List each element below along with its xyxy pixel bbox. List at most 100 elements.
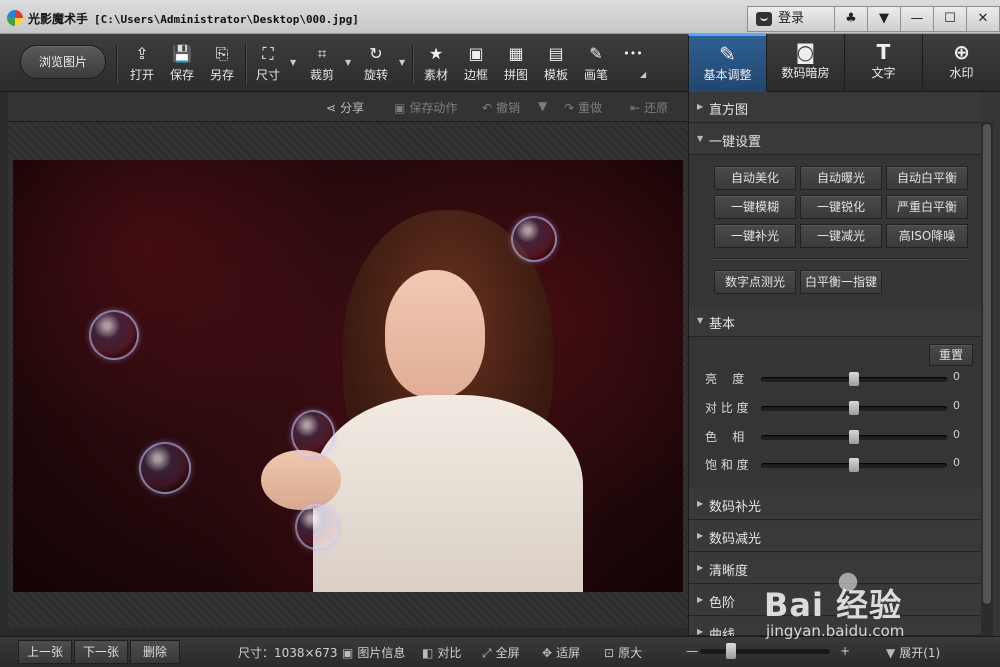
slider-knob[interactable] bbox=[849, 458, 859, 472]
one-click-fill-light-button[interactable]: 一键补光 bbox=[714, 224, 796, 248]
auto-enhance-button[interactable]: 自动美化 bbox=[714, 166, 796, 190]
save-action-button[interactable]: ▣ 保存动作 bbox=[394, 99, 457, 116]
section-histogram[interactable]: ▶ 直方图 bbox=[689, 92, 981, 123]
original-size-button[interactable]: ⊡ 原大 bbox=[604, 644, 642, 661]
adjust-panel: ▶ 直方图 ▼ 一键设置 自动美化 自动曝光 自动白平衡 一键模糊 一键锐化 严重白… bbox=[688, 92, 1000, 643]
resize-dropdown-icon[interactable]: ▼ bbox=[290, 58, 298, 67]
more-icon: ••• bbox=[623, 47, 643, 60]
template-button[interactable]: ▤ 模板 bbox=[537, 44, 575, 86]
restore-button[interactable]: ⇤ 还原 bbox=[630, 99, 668, 116]
app-logo-icon bbox=[7, 10, 23, 26]
dropdown-icon[interactable]: ▼ bbox=[868, 6, 901, 32]
image-canvas[interactable] bbox=[8, 122, 688, 628]
photo[interactable] bbox=[13, 160, 683, 592]
slider-knob[interactable] bbox=[849, 372, 859, 386]
photo-subject-hands bbox=[261, 450, 341, 510]
contrast-slider[interactable]: 对 比 度 0 bbox=[705, 399, 965, 417]
maximize-icon[interactable]: ☐ bbox=[934, 6, 967, 32]
material-icon: ★ bbox=[428, 44, 444, 63]
auto-white-balance-button[interactable]: 自动白平衡 bbox=[886, 166, 968, 190]
share-button[interactable]: ⋖ 分享 bbox=[326, 99, 364, 116]
edit-icon: ✎ bbox=[719, 42, 736, 66]
hue-slider[interactable]: 色 相 0 bbox=[705, 428, 965, 446]
pin-icon[interactable]: ♣ bbox=[835, 6, 868, 32]
auto-exposure-button[interactable]: 自动曝光 bbox=[800, 166, 882, 190]
one-click-reduce-light-button[interactable]: 一键减光 bbox=[800, 224, 882, 248]
severe-white-balance-button[interactable]: 严重白平衡 bbox=[886, 195, 968, 219]
one-click-sharpen-button[interactable]: 一键锐化 bbox=[800, 195, 882, 219]
white-balance-pick-button[interactable]: 白平衡一指键 bbox=[800, 270, 882, 294]
file-path: [C:\Users\Administrator\Desktop\000.jpg] bbox=[94, 13, 359, 26]
rotate-button[interactable]: ↻ 旋转 bbox=[357, 44, 395, 86]
toolbar-expand-icon[interactable]: ◢ bbox=[640, 70, 646, 79]
save-icon: 💾 bbox=[172, 44, 192, 63]
tab-basic-adjust[interactable]: ✎ 基本调整 bbox=[688, 34, 766, 92]
slider-track[interactable] bbox=[761, 372, 947, 386]
previous-image-button[interactable]: 上一张 bbox=[18, 640, 72, 664]
zoom-out-button[interactable]: — bbox=[686, 644, 698, 658]
undo-dropdown-icon[interactable]: ▼ bbox=[538, 99, 547, 113]
window-controls: 登录 ♣ ▼ — ☐ ✕ bbox=[747, 6, 1000, 32]
material-button[interactable]: ★ 素材 bbox=[417, 44, 455, 86]
tab-text[interactable]: T 文字 bbox=[844, 34, 922, 92]
slider-knob[interactable] bbox=[849, 401, 859, 415]
compare-button[interactable]: ◧ 对比 bbox=[422, 644, 461, 661]
zoom-knob[interactable] bbox=[726, 643, 737, 659]
expand-filmstrip-button[interactable]: ▼ 展开(1) bbox=[886, 644, 940, 661]
photo-bubble bbox=[89, 310, 139, 360]
slider-track[interactable] bbox=[761, 430, 947, 444]
high-iso-denoise-button[interactable]: 高ISO降噪 bbox=[886, 224, 968, 248]
spot-metering-button[interactable]: 数字点测光 bbox=[714, 270, 796, 294]
photo-bubble bbox=[295, 504, 339, 550]
scrollbar-thumb[interactable] bbox=[983, 124, 991, 604]
minimize-icon[interactable]: — bbox=[901, 6, 934, 32]
section-digital-reduce-light[interactable]: ▶ 数码减光 bbox=[689, 521, 981, 552]
resize-button[interactable]: ⛶ 尺寸 bbox=[249, 44, 287, 86]
collapse-arrow-icon: ▼ bbox=[697, 134, 704, 143]
slider-track[interactable] bbox=[761, 401, 947, 415]
delete-button[interactable]: 删除 bbox=[130, 640, 180, 664]
image-info-button[interactable]: ▣ 图片信息 bbox=[342, 644, 405, 661]
fullscreen-button[interactable]: ⤢ 全屏 bbox=[482, 644, 520, 661]
close-icon[interactable]: ✕ bbox=[967, 6, 1000, 32]
edit-action-bar: ⋖ 分享 ▣ 保存动作 ↶ 撤销 ▼ ↷ 重做 ⇤ 还原 bbox=[8, 92, 688, 122]
crop-dropdown-icon[interactable]: ▼ bbox=[345, 58, 353, 67]
collage-button[interactable]: ▦ 拼图 bbox=[497, 44, 535, 86]
brush-button[interactable]: ✎ 画笔 bbox=[577, 44, 615, 86]
open-button[interactable]: ⇪ 打开 bbox=[123, 44, 161, 86]
saturation-slider[interactable]: 饱 和 度 0 bbox=[705, 456, 965, 474]
rotate-icon: ↻ bbox=[369, 44, 383, 63]
more-tools-button[interactable]: ••• bbox=[614, 44, 652, 86]
redo-button[interactable]: ↷ 重做 bbox=[564, 99, 602, 116]
section-one-click[interactable]: ▼ 一键设置 bbox=[689, 124, 981, 155]
photo-subject-face bbox=[385, 270, 485, 398]
zoom-slider[interactable] bbox=[700, 643, 830, 659]
expand-arrow-icon: ▶ bbox=[697, 563, 704, 572]
tab-watermark[interactable]: ⊕ 水印 bbox=[922, 34, 1000, 92]
save-as-button[interactable]: ⎘ 另存 bbox=[203, 44, 241, 86]
panel-scrollbar[interactable] bbox=[981, 122, 993, 636]
section-digital-fill-light[interactable]: ▶ 数码补光 bbox=[689, 489, 981, 520]
open-icon: ⇪ bbox=[135, 44, 149, 63]
crop-button[interactable]: ⌗ 裁剪 bbox=[303, 44, 341, 86]
tab-digital-darkroom[interactable]: ◙ 数码暗房 bbox=[766, 34, 844, 92]
login-label: 登录 bbox=[778, 11, 805, 26]
slider-track[interactable] bbox=[761, 458, 947, 472]
next-image-button[interactable]: 下一张 bbox=[74, 640, 128, 664]
login-button[interactable]: 登录 bbox=[747, 6, 835, 32]
one-click-blur-button[interactable]: 一键模糊 bbox=[714, 195, 796, 219]
photo-bubble bbox=[511, 216, 557, 262]
panel-divider bbox=[711, 258, 969, 259]
browse-images-button[interactable]: 浏览图片 bbox=[20, 45, 106, 79]
zoom-in-button[interactable]: + bbox=[840, 644, 850, 658]
save-button[interactable]: 💾 保存 bbox=[163, 44, 201, 86]
frame-button[interactable]: ▣ 边框 bbox=[457, 44, 495, 86]
reset-button[interactable]: 重置 bbox=[929, 344, 973, 366]
rotate-dropdown-icon[interactable]: ▼ bbox=[399, 58, 407, 67]
undo-button[interactable]: ↶ 撤销 bbox=[482, 99, 520, 116]
section-basic[interactable]: ▼ 基本 bbox=[689, 306, 981, 337]
fit-icon: ✥ bbox=[542, 646, 553, 660]
slider-knob[interactable] bbox=[849, 430, 859, 444]
fit-screen-button[interactable]: ✥ 适屏 bbox=[542, 644, 580, 661]
brightness-slider[interactable]: 亮 度 0 bbox=[705, 370, 965, 388]
